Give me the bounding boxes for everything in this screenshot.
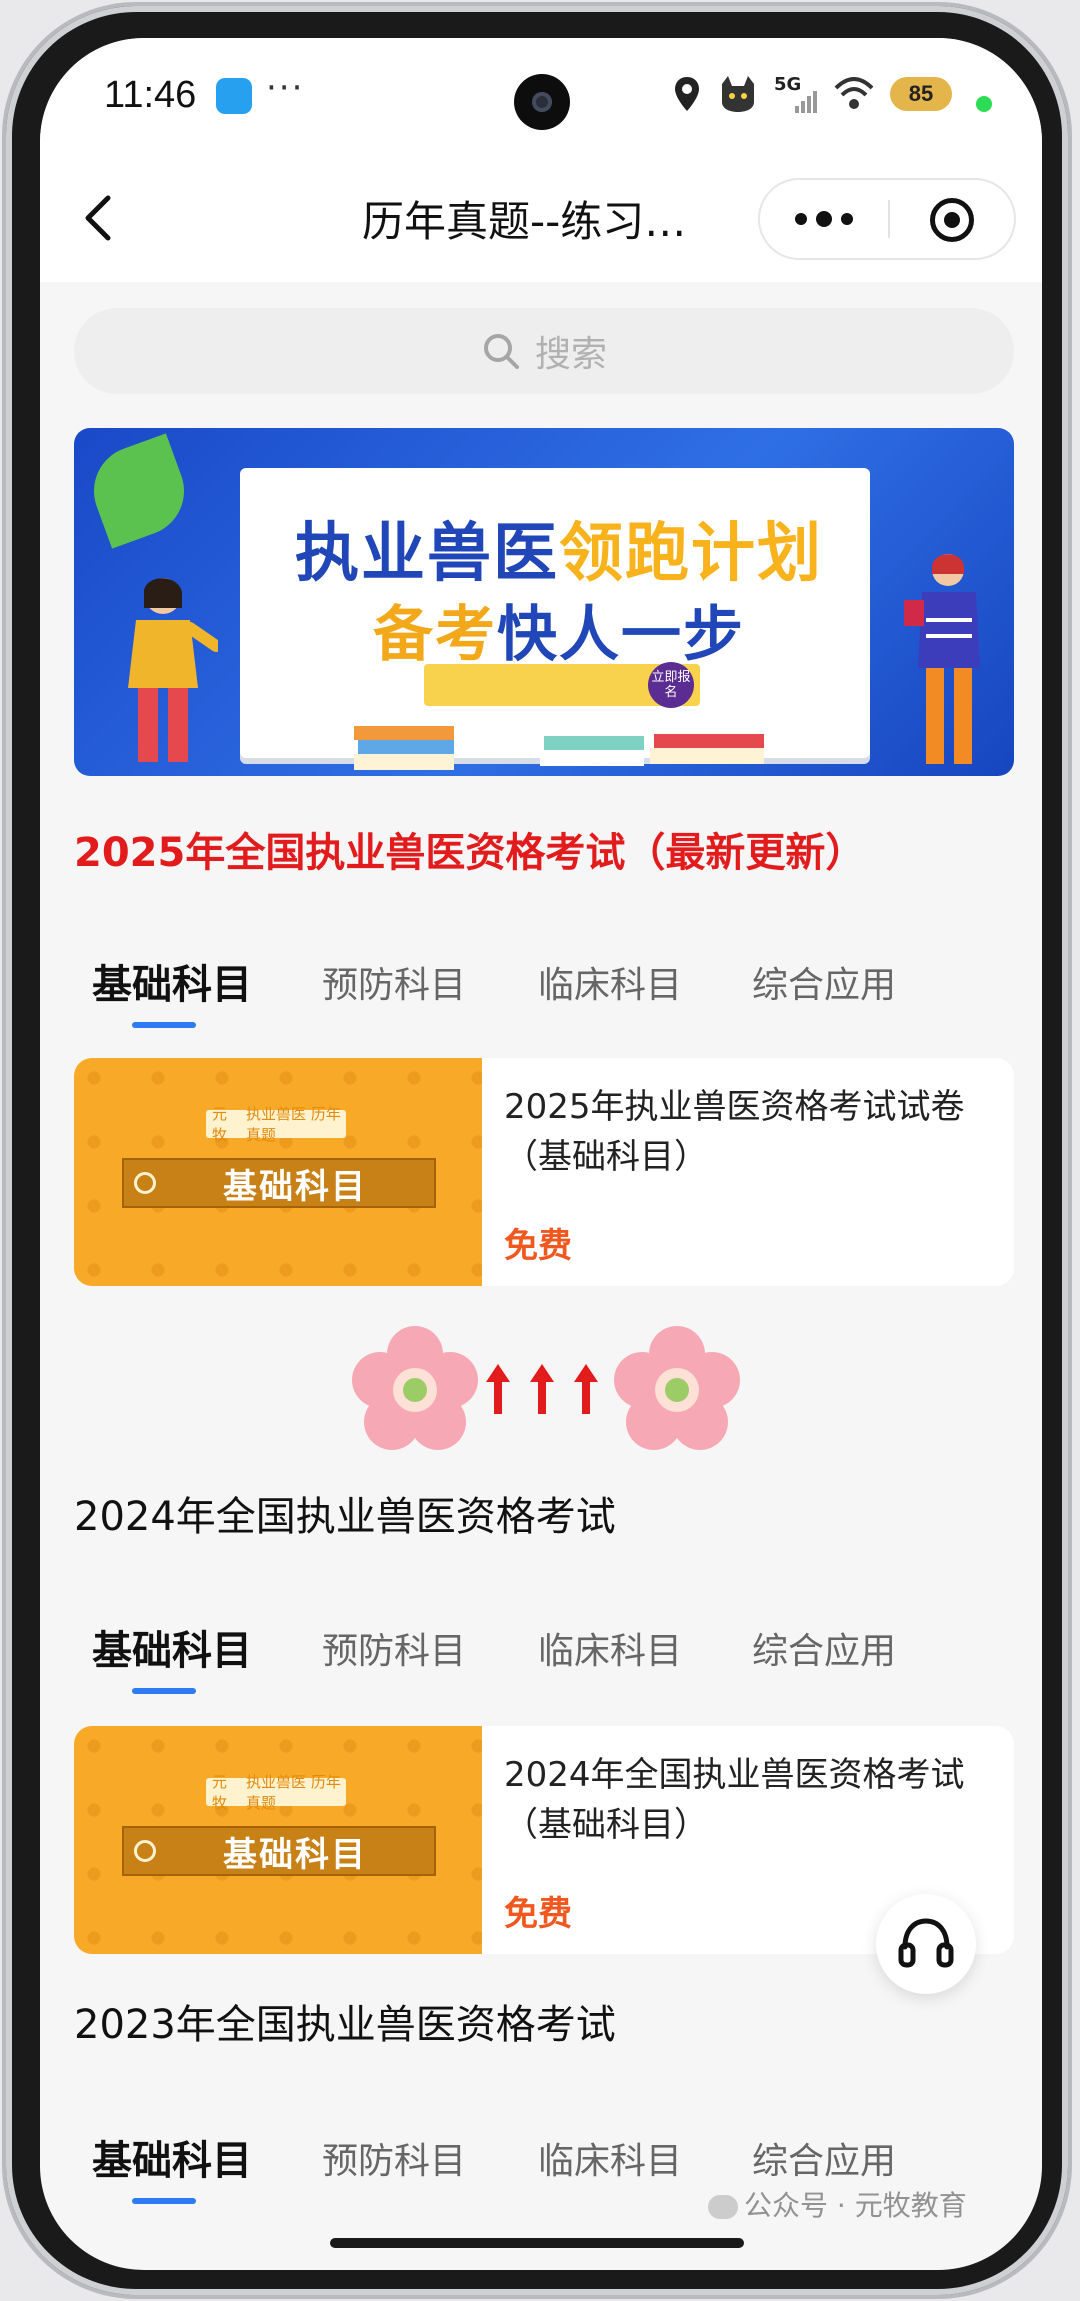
thumbnail-label: 基础科目 <box>223 1166 367 1207</box>
capsule-divider <box>888 200 890 238</box>
flower-right-icon <box>614 1326 740 1450</box>
section-title-2023: 2023年全国执业兽医资格考试 <box>74 2002 616 2048</box>
back-arrow-icon[interactable] <box>70 188 130 248</box>
thumbnail-label: 基础科目 <box>223 1834 367 1875</box>
tab-prevention[interactable]: 预防科目 <box>322 1622 466 1674</box>
close-target-icon[interactable] <box>930 198 974 242</box>
register-badge[interactable]: 立即报名 <box>648 662 694 708</box>
active-tab-indicator <box>132 1688 196 1694</box>
banner-headline: 执业兽医领跑计划 <box>295 517 823 591</box>
privacy-dot <box>976 96 992 112</box>
location-icon <box>675 77 699 111</box>
subject-tabs-2024: 基础科目 预防科目 临床科目 综合应用 <box>74 1618 1014 1698</box>
promo-banner[interactable]: 执业兽医领跑计划 备考快人一步 立即报名 <box>74 428 1014 776</box>
tab-basic[interactable]: 基础科目 <box>92 952 252 1010</box>
wifi-icon <box>834 77 874 109</box>
thumbnail-brand-tag: 元牧 执业兽医 历年真题 <box>206 1105 346 1144</box>
section-title-2025: 2025年全国执业兽医资格考试（最新更新） <box>74 830 866 876</box>
exam-card[interactable]: 元牧 执业兽医 历年真题 基础科目 2025年执业兽医资格考试试卷（基础科目） 免… <box>74 1058 1014 1286</box>
customer-service-button[interactable] <box>876 1894 976 1994</box>
front-camera <box>514 74 570 130</box>
search-icon <box>483 334 519 369</box>
card-title: 2024年全国执业兽医资格考试（基础科目） <box>504 1755 965 1845</box>
watermark-text: 公众号 · 元牧教育 <box>744 2189 967 2222</box>
battery-indicator: 85 <box>890 77 952 111</box>
tab-basic[interactable]: 基础科目 <box>92 1618 252 1676</box>
status-time: 11:46 <box>104 74 197 116</box>
headset-icon <box>898 1918 954 1968</box>
exam-card[interactable]: 元牧 执业兽医 历年真题 基础科目 2024年全国执业兽医资格考试（基础科目） 免… <box>74 1726 1014 1954</box>
card-price: 免费 <box>504 1894 572 1934</box>
flower-left-icon <box>352 1326 478 1450</box>
banner-subheadline: 备考快人一步 <box>373 600 745 670</box>
nav-bar: 历年真题--练习… <box>40 158 1042 282</box>
tab-prevention[interactable]: 预防科目 <box>322 2132 466 2184</box>
home-indicator[interactable] <box>330 2238 744 2248</box>
status-icons: 5G 85 <box>672 74 952 114</box>
student-illustration <box>904 554 980 764</box>
phone-frame: 11:46 ··· 5G 85 历年真题--练习… 搜索 执业兽医领跑计划 备考… <box>6 6 1068 2295</box>
search-placeholder: 搜索 <box>534 334 607 375</box>
tab-basic[interactable]: 基础科目 <box>92 2128 252 2186</box>
card-thumbnail: 元牧 执业兽医 历年真题 基础科目 <box>74 1726 482 1954</box>
cat-status-icon <box>722 76 754 112</box>
tab-clinical[interactable]: 临床科目 <box>538 1622 682 1674</box>
section-title-2024: 2024年全国执业兽医资格考试 <box>74 1494 616 1540</box>
tab-clinical[interactable]: 临床科目 <box>538 2132 682 2184</box>
card-price: 免费 <box>504 1226 572 1266</box>
watermark: 公众号 · 元牧教育 <box>708 2184 967 2224</box>
magnifier-icon <box>134 1840 156 1862</box>
books-illustration <box>354 726 764 770</box>
leaf-decoration <box>81 433 197 549</box>
subject-tabs-2025: 基础科目 预防科目 临床科目 综合应用 <box>74 952 1014 1032</box>
tab-comprehensive[interactable]: 综合应用 <box>752 2132 896 2184</box>
teacher-illustration <box>128 578 218 762</box>
tab-prevention[interactable]: 预防科目 <box>322 956 466 1008</box>
search-input[interactable]: 搜索 <box>74 308 1014 394</box>
flower-divider <box>352 1326 740 1450</box>
magnifier-icon <box>134 1172 156 1194</box>
screen: 11:46 ··· 5G 85 历年真题--练习… 搜索 执业兽医领跑计划 备考… <box>40 38 1042 2270</box>
arrows-up-icon <box>486 1364 598 1414</box>
more-notifications-icon: ··· <box>266 68 305 108</box>
signal-5g-icon: 5G <box>774 74 818 114</box>
thumbnail-label-bar: 基础科目 <box>122 1158 436 1208</box>
active-tab-indicator <box>132 2198 196 2204</box>
tab-comprehensive[interactable]: 综合应用 <box>752 1622 896 1674</box>
card-thumbnail: 元牧 执业兽医 历年真题 基础科目 <box>74 1058 482 1286</box>
thumbnail-brand-tag: 元牧 执业兽医 历年真题 <box>206 1773 346 1812</box>
active-tab-indicator <box>132 1022 196 1028</box>
miniprogram-capsule <box>758 178 1016 260</box>
wechat-icon <box>708 2195 738 2219</box>
tab-clinical[interactable]: 临床科目 <box>538 956 682 1008</box>
app-notification-icon <box>216 78 252 114</box>
thumbnail-label-bar: 基础科目 <box>122 1826 436 1876</box>
tab-comprehensive[interactable]: 综合应用 <box>752 956 896 1008</box>
card-title: 2025年执业兽医资格考试试卷（基础科目） <box>504 1087 965 1177</box>
more-menu-icon[interactable] <box>760 180 888 258</box>
page-title: 历年真题--练习… <box>362 197 687 246</box>
